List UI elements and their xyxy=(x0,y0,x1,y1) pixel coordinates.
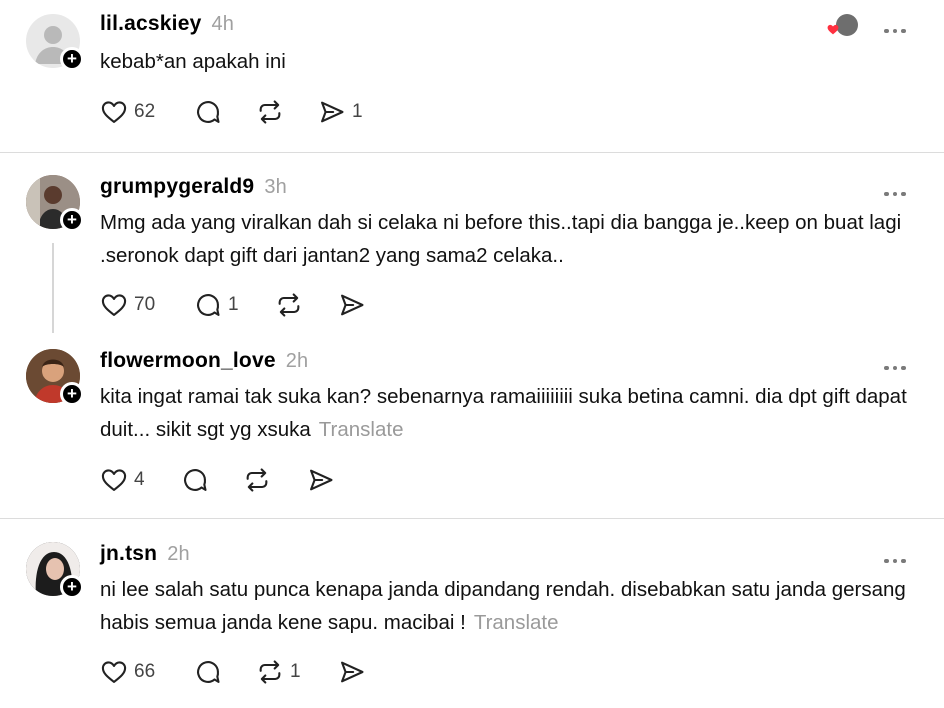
comment-icon xyxy=(181,466,209,494)
repost-icon xyxy=(243,466,271,494)
repost-button[interactable] xyxy=(243,465,277,495)
more-icon[interactable] xyxy=(884,183,912,196)
post-text: ni lee salah satu punca kenapa janda dip… xyxy=(100,578,906,634)
like-count: 62 xyxy=(134,101,156,122)
post-text: Mmg ada yang viralkan dah si celaka ni b… xyxy=(100,211,902,267)
share-button[interactable] xyxy=(338,657,372,687)
post-time: 3h xyxy=(264,176,287,198)
comment-icon xyxy=(194,658,222,686)
repost-button[interactable] xyxy=(275,290,309,320)
share-button[interactable] xyxy=(307,465,341,495)
translate-link[interactable]: Translate xyxy=(474,611,559,634)
heart-icon xyxy=(100,291,128,319)
post-3: + flowermoon_love 2h kita ingat ramai tak… xyxy=(0,333,944,518)
post-time: 2h xyxy=(167,543,190,565)
share-button[interactable]: 1 xyxy=(318,97,363,127)
repost-button[interactable] xyxy=(256,97,290,127)
heart-badge-icon xyxy=(827,24,839,35)
liked-by-avatars[interactable] xyxy=(826,14,862,40)
post-text: kita ingat ramai tak suka kan? sebenarny… xyxy=(100,385,907,441)
username[interactable]: grumpygerald9 3h xyxy=(100,175,287,199)
username[interactable]: lil.acskiey 4h xyxy=(100,12,234,36)
more-icon[interactable] xyxy=(884,20,912,33)
reply-button[interactable] xyxy=(181,465,215,495)
follow-plus-icon[interactable]: + xyxy=(60,575,84,599)
share-button[interactable] xyxy=(338,290,372,320)
translate-link[interactable]: Translate xyxy=(319,418,404,441)
post-1: + lil.acskiey 4h kebab*an apakah ini 62 1 xyxy=(0,0,944,152)
like-count: 70 xyxy=(134,294,156,315)
send-icon xyxy=(318,98,346,126)
post-2: + grumpygerald9 3h Mmg ada yang viralkan … xyxy=(0,153,944,333)
post-time: 2h xyxy=(285,350,309,372)
repost-icon xyxy=(256,658,284,686)
post-text: kebab*an apakah ini xyxy=(100,50,286,73)
reply-count: 1 xyxy=(228,294,239,315)
post-4: + jn.tsn 2h ni lee salah satu punca kenap… xyxy=(0,519,944,708)
comment-icon xyxy=(194,291,222,319)
like-button[interactable]: 70 xyxy=(100,290,155,320)
reply-button[interactable] xyxy=(194,657,228,687)
repost-count: 1 xyxy=(290,661,301,682)
heart-icon xyxy=(100,98,128,126)
heart-icon xyxy=(100,658,128,686)
more-icon[interactable] xyxy=(884,357,912,370)
post-time: 4h xyxy=(211,13,235,35)
send-icon xyxy=(338,658,366,686)
follow-plus-icon[interactable]: + xyxy=(60,208,84,232)
send-icon xyxy=(307,466,335,494)
like-count: 4 xyxy=(134,469,145,490)
follow-plus-icon[interactable]: + xyxy=(60,382,84,406)
repost-icon xyxy=(256,98,284,126)
repost-icon xyxy=(275,291,303,319)
like-count: 66 xyxy=(134,661,156,682)
more-icon[interactable] xyxy=(884,550,912,563)
follow-plus-icon[interactable]: + xyxy=(60,47,84,71)
reply-button[interactable]: 1 xyxy=(194,290,239,320)
thread-line xyxy=(52,243,54,333)
reply-button[interactable] xyxy=(194,97,228,127)
like-button[interactable]: 66 xyxy=(100,657,155,687)
send-icon xyxy=(338,291,366,319)
heart-icon xyxy=(100,466,128,494)
like-button[interactable]: 62 xyxy=(100,97,155,127)
like-button[interactable]: 4 xyxy=(100,465,145,495)
username[interactable]: jn.tsn 2h xyxy=(100,542,190,566)
username[interactable]: flowermoon_love 2h xyxy=(100,349,308,373)
repost-button[interactable]: 1 xyxy=(256,657,301,687)
comment-icon xyxy=(194,98,222,126)
share-count: 1 xyxy=(352,101,363,122)
